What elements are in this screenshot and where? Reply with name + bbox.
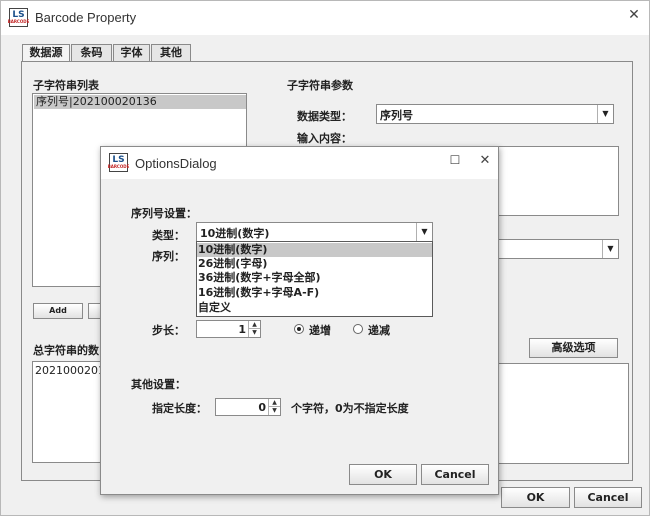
tab-barcode[interactable]: 条码 — [71, 44, 112, 62]
decrement-radio[interactable] — [353, 324, 363, 334]
decrement-label: 递减 — [368, 324, 390, 337]
length-value: 0 — [258, 401, 266, 414]
advanced-options-button[interactable]: 高级选项 — [529, 338, 618, 358]
spinner-up-icon[interactable]: ▲ — [268, 399, 280, 407]
input-content-area[interactable] — [498, 146, 619, 216]
secondary-combo[interactable]: ▼ — [498, 239, 619, 259]
spinner-down-icon[interactable]: ▼ — [268, 407, 280, 415]
spinner-down-icon[interactable]: ▼ — [248, 329, 260, 337]
step-label: 步长： — [152, 324, 185, 337]
right-output-area[interactable] — [498, 363, 629, 464]
app-logo-icon: LS BARCODE — [8, 8, 29, 27]
other-settings-label: 其他设置： — [131, 378, 186, 391]
chevron-down-icon[interactable]: ▼ — [416, 223, 432, 241]
step-spinner[interactable]: 1 ▲ ▼ — [196, 320, 261, 338]
dialog-ok-button[interactable]: OK — [349, 464, 417, 485]
list-item[interactable]: 序列号|202100020136 — [34, 95, 246, 109]
length-label: 指定长度： — [152, 402, 207, 415]
type-dropdown-list[interactable]: 10进制(数字) 26进制(字母) 36进制(数字+字母全部) 16进制(数字+… — [196, 241, 433, 317]
increment-radio[interactable] — [294, 324, 304, 334]
dialog-titlebar[interactable]: LS BARCODE OptionsDialog ☐ ✕ — [101, 147, 498, 179]
step-value: 1 — [238, 323, 246, 336]
length-spinner[interactable]: 0 ▲ ▼ — [215, 398, 281, 416]
serial-settings-label: 序列号设置： — [131, 207, 197, 220]
data-type-label: 数据类型： — [297, 110, 352, 123]
type-label: 类型： — [152, 229, 185, 242]
options-dialog: LS BARCODE OptionsDialog ☐ ✕ 序列号设置： 类型： 1… — [100, 146, 499, 495]
total-string-label: 总字符串的数 — [33, 344, 99, 357]
sequence-label: 序列： — [152, 250, 185, 263]
dialog-logo-icon: LS BARCODE — [108, 153, 129, 172]
add-button[interactable]: Add — [33, 303, 83, 319]
main-close-icon[interactable]: ✕ — [623, 7, 645, 27]
maximize-icon[interactable]: ☐ — [445, 153, 465, 173]
total-string-area[interactable]: 2021000201 — [32, 361, 105, 463]
data-type-combo[interactable]: 序列号 ▼ — [376, 104, 614, 124]
input-content-label: 输入内容： — [297, 132, 352, 145]
dialog-title: OptionsDialog — [135, 156, 217, 171]
dialog-cancel-button[interactable]: Cancel — [421, 464, 489, 485]
type-option-decimal[interactable]: 10进制(数字) — [197, 243, 432, 257]
tab-other[interactable]: 其他 — [151, 44, 191, 62]
substring-list-label: 子字符串列表 — [33, 79, 99, 92]
radio-dot — [297, 327, 301, 331]
spinner-up-icon[interactable]: ▲ — [248, 321, 260, 329]
increment-label: 递增 — [309, 324, 331, 337]
type-combo-value: 10进制(数字) — [200, 227, 270, 240]
total-string-value: 2021000201 — [35, 364, 105, 377]
chevron-down-icon[interactable]: ▼ — [602, 240, 618, 258]
length-hint: 个字符，0为不指定长度 — [291, 402, 409, 415]
type-option-base36[interactable]: 36进制(数字+字母全部) — [197, 271, 432, 285]
chevron-down-icon[interactable]: ▼ — [597, 105, 613, 123]
type-option-custom[interactable]: 自定义 — [197, 301, 432, 315]
type-option-base26[interactable]: 26进制(字母) — [197, 257, 432, 271]
type-combo[interactable]: 10进制(数字) ▼ — [196, 222, 433, 242]
tab-font[interactable]: 字体 — [113, 44, 150, 62]
dialog-close-icon[interactable]: ✕ — [475, 153, 495, 173]
main-ok-button[interactable]: OK — [501, 487, 570, 508]
main-titlebar[interactable]: LS BARCODE Barcode Property ✕ — [1, 1, 649, 35]
data-type-value: 序列号 — [380, 109, 413, 122]
main-window-title: Barcode Property — [35, 10, 137, 25]
main-cancel-button[interactable]: Cancel — [574, 487, 642, 508]
substring-params-label: 子字符串参数 — [287, 79, 353, 92]
type-option-hex[interactable]: 16进制(数字+字母A-F) — [197, 286, 432, 300]
